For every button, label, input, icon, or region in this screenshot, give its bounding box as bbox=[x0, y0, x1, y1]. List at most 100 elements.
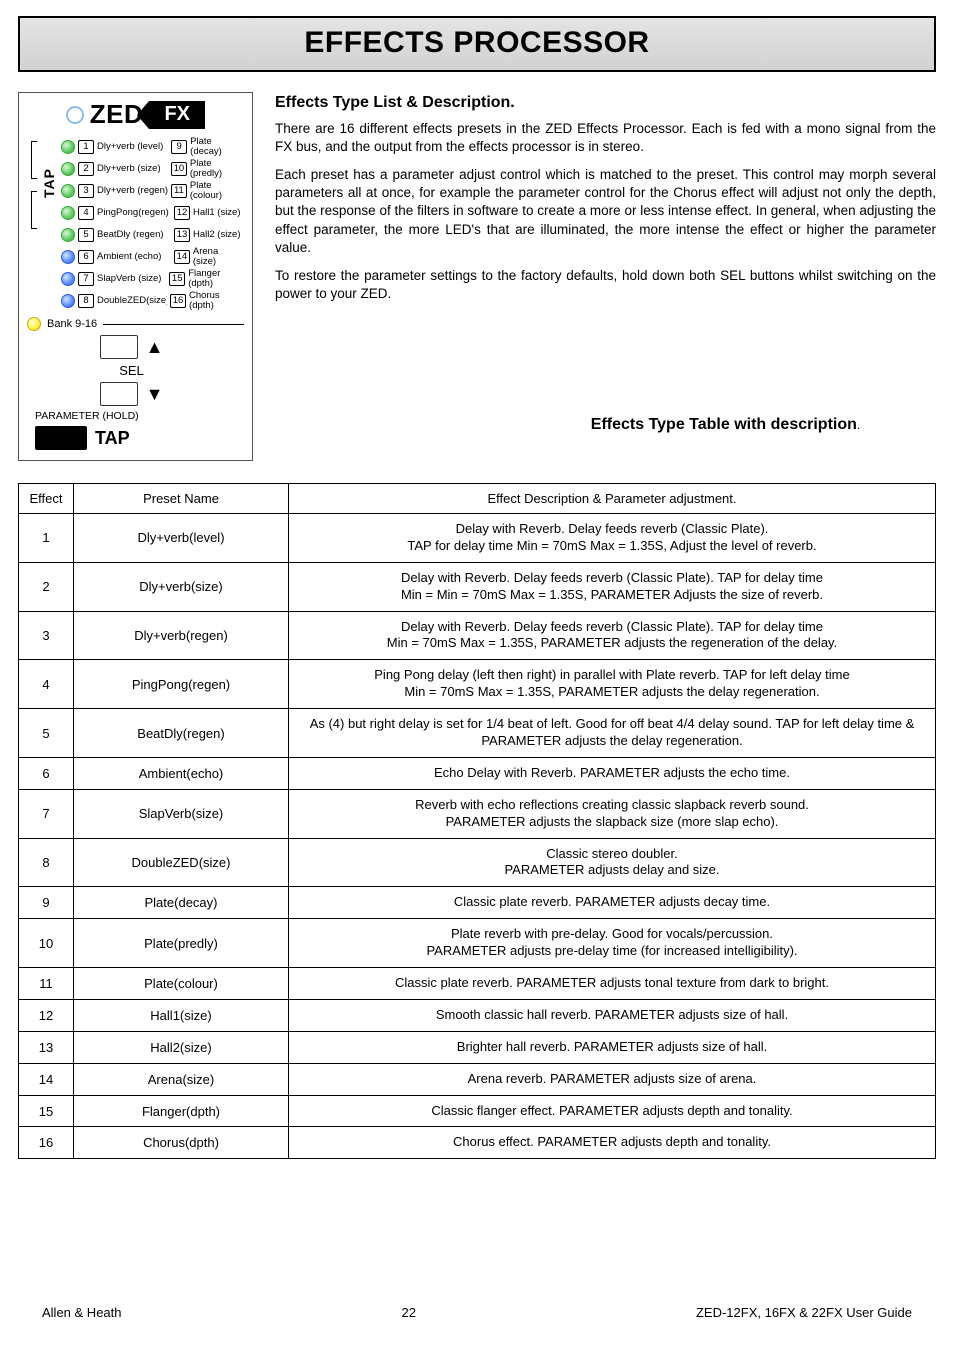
fx-row: 7SlapVerb (size)15Flanger (dpth) bbox=[61, 270, 244, 287]
table-heading: Effects Type Table with description. bbox=[515, 414, 936, 436]
cell-preset: DoubleZED(size) bbox=[74, 838, 289, 887]
preset-number: 4 bbox=[78, 206, 94, 220]
preset-name: BeatDly (regen) bbox=[97, 230, 171, 240]
cell-effect: 11 bbox=[19, 968, 74, 1000]
cell-effect: 15 bbox=[19, 1095, 74, 1127]
table-row: 13Hall2(size)Brighter hall reverb. PARAM… bbox=[19, 1031, 936, 1063]
col-effect: Effect bbox=[19, 484, 74, 514]
bank-led-icon bbox=[27, 317, 41, 331]
preset-name: Plate (predly) bbox=[190, 159, 244, 178]
preset-number: 2 bbox=[78, 162, 94, 176]
table-row: 3Dly+verb(regen)Delay with Reverb. Delay… bbox=[19, 611, 936, 660]
page-title-bar: EFFECTS PROCESSOR bbox=[18, 16, 936, 72]
cell-effect: 12 bbox=[19, 999, 74, 1031]
cell-desc: Delay with Reverb. Delay feeds reverb (C… bbox=[289, 514, 936, 563]
section-heading: Effects Type List & Description. bbox=[275, 92, 936, 114]
preset-number: 5 bbox=[78, 228, 94, 242]
table-row: 6Ambient(echo)Echo Delay with Reverb. PA… bbox=[19, 757, 936, 789]
cell-effect: 16 bbox=[19, 1127, 74, 1159]
preset-number: 6 bbox=[78, 250, 94, 264]
preset-name: PingPong(regen) bbox=[97, 208, 171, 218]
cell-desc: Delay with Reverb. Delay feeds reverb (C… bbox=[289, 611, 936, 660]
preset-name: Dly+verb (regen) bbox=[97, 186, 168, 196]
col-desc: Effect Description & Parameter adjustmen… bbox=[289, 484, 936, 514]
led-icon bbox=[61, 250, 75, 264]
up-triangle-icon: ▲ bbox=[146, 338, 164, 356]
desc-p3: To restore the parameter settings to the… bbox=[275, 267, 936, 303]
table-row: 10Plate(predly)Plate reverb with pre-del… bbox=[19, 919, 936, 968]
cell-effect: 9 bbox=[19, 887, 74, 919]
cell-desc: Ping Pong delay (left then right) in par… bbox=[289, 660, 936, 709]
table-row: 1Dly+verb(level)Delay with Reverb. Delay… bbox=[19, 514, 936, 563]
led-icon bbox=[61, 294, 75, 308]
preset-number: 12 bbox=[174, 206, 190, 220]
led-icon bbox=[61, 206, 75, 220]
sel-up-button[interactable] bbox=[100, 335, 138, 359]
preset-name: Arena (size) bbox=[193, 247, 244, 266]
cell-effect: 3 bbox=[19, 611, 74, 660]
cell-preset: PingPong(regen) bbox=[74, 660, 289, 709]
fx-row: 2Dly+verb (size)10Plate (predly) bbox=[61, 160, 244, 177]
footer-left: Allen & Heath bbox=[42, 1305, 122, 1320]
sel-label: SEL bbox=[119, 363, 144, 378]
led-icon bbox=[61, 184, 75, 198]
sel-down-button[interactable] bbox=[100, 382, 138, 406]
table-row: 14Arena(size)Arena reverb. PARAMETER adj… bbox=[19, 1063, 936, 1095]
brand-text: ZED bbox=[90, 99, 144, 130]
preset-name: Dly+verb (level) bbox=[97, 142, 168, 152]
cell-desc: Chorus effect. PARAMETER adjusts depth a… bbox=[289, 1127, 936, 1159]
table-row: 5BeatDly(regen)As (4) but right delay is… bbox=[19, 709, 936, 758]
cell-effect: 4 bbox=[19, 660, 74, 709]
cell-desc: Reverb with echo reflections creating cl… bbox=[289, 789, 936, 838]
tap-vertical-label: TAP bbox=[41, 168, 57, 198]
cell-desc: Smooth classic hall reverb. PARAMETER ad… bbox=[289, 999, 936, 1031]
cell-preset: Plate(predly) bbox=[74, 919, 289, 968]
footer-page: 22 bbox=[402, 1305, 416, 1320]
cell-desc: Echo Delay with Reverb. PARAMETER adjust… bbox=[289, 757, 936, 789]
cell-preset: SlapVerb(size) bbox=[74, 789, 289, 838]
fx-row: 4PingPong(regen)12Hall1 (size) bbox=[61, 204, 244, 221]
table-row: 7SlapVerb(size)Reverb with echo reflecti… bbox=[19, 789, 936, 838]
fx-row: 1Dly+verb (level)9Plate (decay) bbox=[61, 138, 244, 155]
cell-preset: Ambient(echo) bbox=[74, 757, 289, 789]
cell-preset: Arena(size) bbox=[74, 1063, 289, 1095]
table-row: 12Hall1(size)Smooth classic hall reverb.… bbox=[19, 999, 936, 1031]
desc-p1: There are 16 different effects presets i… bbox=[275, 120, 936, 156]
tap-label: TAP bbox=[95, 428, 130, 449]
table-row: 4PingPong(regen)Ping Pong delay (left th… bbox=[19, 660, 936, 709]
table-row: 8DoubleZED(size)Classic stereo doubler.P… bbox=[19, 838, 936, 887]
tap-button[interactable] bbox=[35, 426, 87, 450]
preset-name: Hall2 (size) bbox=[193, 230, 241, 240]
cell-preset: Dly+verb(size) bbox=[74, 562, 289, 611]
cell-effect: 6 bbox=[19, 757, 74, 789]
bracket-icon bbox=[27, 141, 37, 229]
footer-right: ZED-12FX, 16FX & 22FX User Guide bbox=[696, 1305, 912, 1320]
preset-name: Ambient (echo) bbox=[97, 252, 171, 262]
cell-preset: Flanger(dpth) bbox=[74, 1095, 289, 1127]
preset-number: 16 bbox=[170, 294, 186, 308]
cell-preset: Plate(colour) bbox=[74, 968, 289, 1000]
table-row: 16Chorus(dpth)Chorus effect. PARAMETER a… bbox=[19, 1127, 936, 1159]
cell-effect: 13 bbox=[19, 1031, 74, 1063]
cell-effect: 10 bbox=[19, 919, 74, 968]
down-triangle-icon: ▼ bbox=[146, 385, 164, 403]
cell-preset: Hall2(size) bbox=[74, 1031, 289, 1063]
fx-row: 6Ambient (echo)14Arena (size) bbox=[61, 248, 244, 265]
preset-number: 8 bbox=[78, 294, 94, 308]
cell-desc: Classic flanger effect. PARAMETER adjust… bbox=[289, 1095, 936, 1127]
preset-name: Plate (decay) bbox=[190, 137, 244, 156]
preset-number: 7 bbox=[78, 272, 94, 286]
cell-preset: Dly+verb(level) bbox=[74, 514, 289, 563]
preset-name: Hall1 (size) bbox=[193, 208, 241, 218]
preset-number: 3 bbox=[78, 184, 94, 198]
preset-number: 9 bbox=[171, 140, 187, 154]
preset-number: 15 bbox=[169, 272, 185, 286]
effects-table: Effect Preset Name Effect Description & … bbox=[18, 483, 936, 1159]
cell-effect: 2 bbox=[19, 562, 74, 611]
preset-number: 11 bbox=[171, 184, 187, 198]
cell-desc: Arena reverb. PARAMETER adjusts size of … bbox=[289, 1063, 936, 1095]
preset-number: 13 bbox=[174, 228, 190, 242]
bank-label: Bank 9-16 bbox=[47, 318, 97, 330]
preset-name: Flanger (dpth) bbox=[188, 269, 244, 288]
fx-row: 3Dly+verb (regen)11Plate (colour) bbox=[61, 182, 244, 199]
